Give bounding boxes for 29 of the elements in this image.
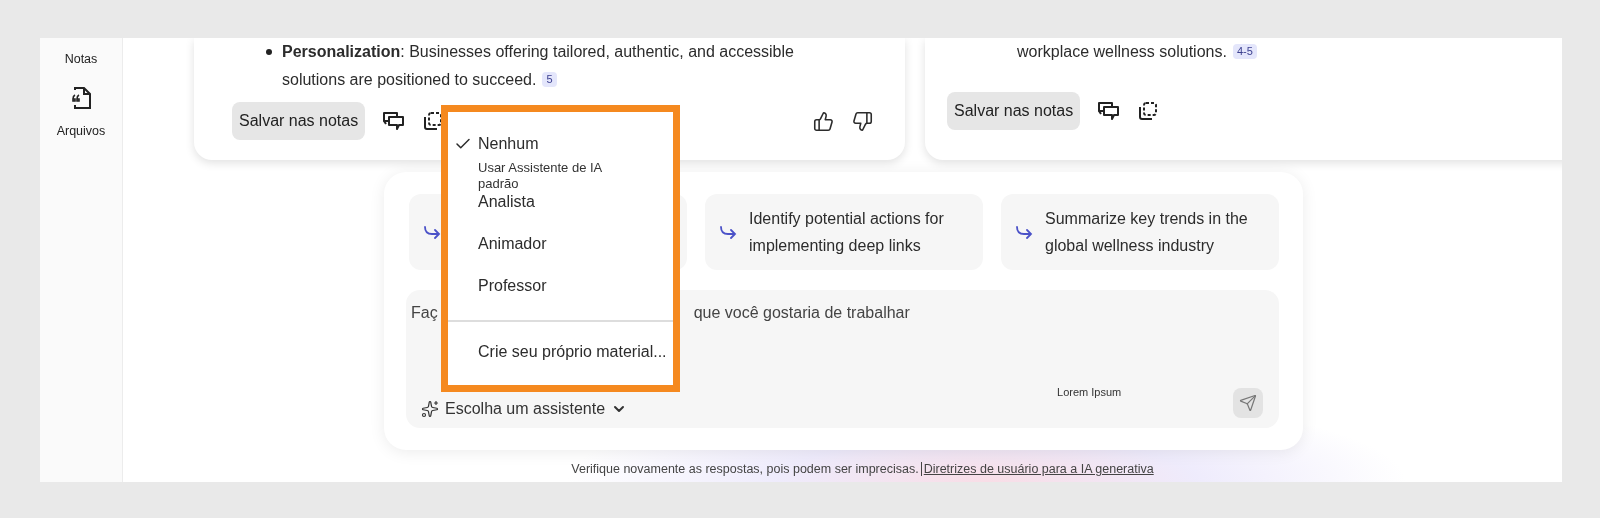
- menu-item[interactable]: Analista: [478, 192, 535, 212]
- send-icon: [1239, 394, 1257, 412]
- placeholder-text: que você gostaria de trabalhar: [693, 304, 910, 322]
- assistant-dropdown[interactable]: Escolha um assistente: [411, 400, 628, 418]
- arrow-icon: [719, 225, 737, 239]
- save-notes-button[interactable]: Salvar nas notas: [947, 92, 1081, 130]
- sidebar-label[interactable]: Notas: [64, 52, 98, 66]
- save-notes-button[interactable]: Salvar nas notas: [232, 102, 366, 140]
- bullet-icon: [266, 49, 272, 55]
- menu-item[interactable]: Nenhum: [478, 134, 628, 154]
- arrow-icon: [1015, 225, 1033, 239]
- menu-item[interactable]: Animador: [478, 234, 547, 254]
- suggestion-chip[interactable]: Summarize key trends in the global wellness industry: [1001, 194, 1279, 270]
- answer-text: workplace wellness solutions. 4-5: [1017, 38, 1257, 66]
- arrow-icon: [423, 225, 441, 239]
- citation-badge[interactable]: 4-5: [1232, 44, 1257, 59]
- disclaimer-text: Verifique novamente as respostas, pois podem ser imprecisas.: [571, 462, 922, 476]
- answer-text: Personalization: Businesses offering tailored, authentic, and accessible solutions are positioned to succeed. 5: [282, 42, 795, 90]
- menu-item[interactable]: Crie seu próprio material...: [478, 342, 667, 362]
- sparkle-icon: [421, 400, 439, 418]
- guidelines-link[interactable]: Diretrizes de usuário para a IA generativa: [923, 462, 1154, 476]
- sidebar-label[interactable]: Arquivos: [56, 124, 106, 138]
- menu-item-description: Usar Assistente de IA padrão: [478, 160, 603, 192]
- citation-badge[interactable]: 5: [542, 72, 557, 87]
- suggestion-chip[interactable]: Identify potential actions for implementing deep links: [705, 194, 983, 270]
- placeholder-text: Faç: [411, 304, 438, 322]
- send-button[interactable]: [1233, 388, 1263, 418]
- quote-file-icon[interactable]: [70, 86, 92, 110]
- hint-text: Lorem Ipsum: [1057, 386, 1122, 398]
